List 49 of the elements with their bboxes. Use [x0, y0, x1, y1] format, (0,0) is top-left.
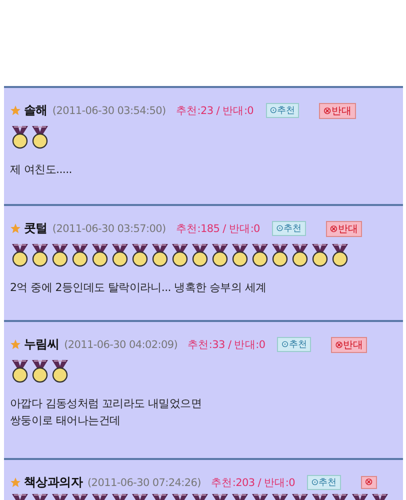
medal-icon	[130, 243, 150, 267]
comment-text: 제 여친도.....	[10, 162, 73, 178]
medal-icon	[30, 243, 50, 267]
medal-icon	[210, 243, 230, 267]
timestamp: (2011-06-30 03:57:00)	[52, 222, 166, 234]
medal-icon	[30, 125, 50, 149]
recommend-button[interactable]: ⊙추천	[277, 337, 311, 352]
oppose-button[interactable]: ⊗반대	[319, 102, 356, 118]
comment-text: 2억 중에 2등인데도 탈락이라니... 냉혹한 승부의 세계	[10, 280, 268, 296]
author-name: 솔해	[24, 102, 48, 119]
vote-count: 추천:23 / 반대:0	[176, 104, 254, 118]
recommend-button[interactable]: ⊙추천	[307, 475, 341, 490]
medal-icon	[50, 243, 70, 267]
author-name: 책상과의자	[24, 474, 83, 491]
oppose-button[interactable]: ⊗반대	[330, 336, 368, 352]
recommend-button[interactable]: ⊙추천	[272, 221, 306, 236]
timestamp: (2011-06-30 03:54:50)	[52, 104, 166, 116]
oppose-button[interactable]: ⊗	[360, 476, 377, 489]
vote-count: 추천:203 / 반대:0	[210, 476, 296, 490]
medal-icon	[190, 243, 210, 267]
timestamp: (2011-06-30 07:24:26)	[88, 476, 201, 488]
recommend-button[interactable]: ⊙추천	[266, 103, 300, 118]
medal-icon	[150, 243, 170, 267]
author-name: 누림씨	[24, 336, 60, 353]
star-icon	[10, 223, 21, 234]
medal-icon	[170, 243, 190, 267]
oppose-button[interactable]: ⊗반대	[326, 220, 362, 236]
medal-icon	[270, 243, 290, 267]
medal-icon	[330, 243, 350, 267]
comment-text: 아깝다 김동성처럼 꼬리라도 내밀었으면 쌍둥이로 태어나는건데	[10, 396, 202, 429]
author-name: 콧털	[24, 220, 48, 237]
medal-icon	[250, 243, 270, 267]
medal-icon	[30, 359, 50, 383]
medal-icon	[230, 243, 250, 267]
star-icon	[10, 477, 21, 488]
vote-count: 추천:185 / 반대:0	[176, 222, 260, 236]
medal-icon	[10, 125, 30, 149]
medal-icon	[110, 243, 130, 267]
medal-icon	[290, 243, 310, 267]
medal-icon	[10, 243, 30, 267]
star-icon	[10, 339, 21, 350]
star-icon	[10, 105, 21, 116]
medal-icon	[10, 359, 30, 383]
medal-icon	[70, 243, 90, 267]
medal-icon	[50, 359, 70, 383]
medal-icon	[310, 243, 330, 267]
medal-icon	[90, 243, 110, 267]
vote-count: 추천:33 / 반대:0	[188, 338, 266, 352]
timestamp: (2011-06-30 04:02:09)	[64, 338, 178, 350]
